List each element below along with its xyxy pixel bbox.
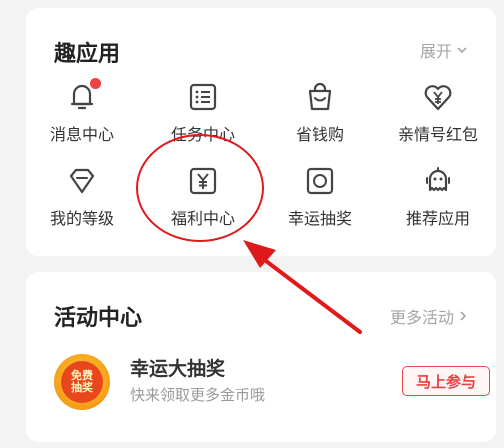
app-task-center[interactable]: 任务中心 <box>143 80 263 150</box>
badge-text-draw: 抽奖 <box>71 381 93 394</box>
app-lucky-draw[interactable]: 幸运抽奖 <box>260 164 380 234</box>
app-label: 福利中心 <box>170 209 235 228</box>
app-label: 我的等级 <box>49 209 114 228</box>
app-label: 任务中心 <box>170 125 235 144</box>
heart-yen-icon <box>421 80 455 114</box>
fun-apps-card: 趣应用 展开 消息中心 任务中心 省钱购 亲情号红包 我的等级 福利中心 幸运抽… <box>26 8 496 256</box>
promo-subtitle: 快来领取更多金币哦 <box>130 386 266 404</box>
lucky-draw-promo[interactable]: 免费 抽奖 幸运大抽奖 快来领取更多金币哦 马上参与 <box>54 352 490 412</box>
lottery-icon <box>303 164 337 198</box>
more-activities-link[interactable]: 更多活动 <box>390 304 468 328</box>
promo-title: 幸运大抽奖 <box>130 358 226 380</box>
app-message-center[interactable]: 消息中心 <box>22 78 142 150</box>
activity-center-card: 活动中心 更多活动 免费 抽奖 幸运大抽奖 快来领取更多金币哦 马上参与 <box>26 272 496 442</box>
chevron-down-icon <box>456 41 468 60</box>
app-label: 消息中心 <box>49 125 114 144</box>
app-label: 幸运抽奖 <box>287 209 352 228</box>
app-save-money-shop[interactable]: 省钱购 <box>260 80 380 150</box>
expand-button[interactable]: 展开 <box>420 38 468 62</box>
expand-label: 展开 <box>419 42 452 61</box>
app-grid: 消息中心 任务中心 省钱购 亲情号红包 我的等级 福利中心 幸运抽奖 推荐应用 <box>26 78 498 250</box>
shopping-bag-icon <box>303 80 337 114</box>
free-draw-badge: 免费 抽奖 <box>54 354 110 410</box>
app-recommended[interactable]: 推荐应用 <box>378 164 498 234</box>
more-activities-label: 更多活动 <box>389 308 454 327</box>
app-label: 推荐应用 <box>405 209 470 228</box>
app-label: 省钱购 <box>295 125 344 144</box>
unread-badge <box>90 78 101 89</box>
join-now-button[interactable]: 马上参与 <box>402 366 490 396</box>
activity-center-title: 活动中心 <box>54 306 143 331</box>
app-welfare-center[interactable]: 福利中心 <box>143 164 263 234</box>
app-my-level[interactable]: 我的等级 <box>22 164 142 234</box>
chevron-right-icon <box>458 307 468 326</box>
yen-box-icon <box>186 164 220 198</box>
robot-icon <box>421 164 455 198</box>
bell-icon <box>65 78 101 114</box>
diamond-icon <box>65 164 99 198</box>
app-label: 亲情号红包 <box>397 125 478 144</box>
app-family-red-packet[interactable]: 亲情号红包 <box>378 80 498 150</box>
task-list-icon <box>186 80 220 114</box>
fun-apps-title: 趣应用 <box>54 42 121 67</box>
